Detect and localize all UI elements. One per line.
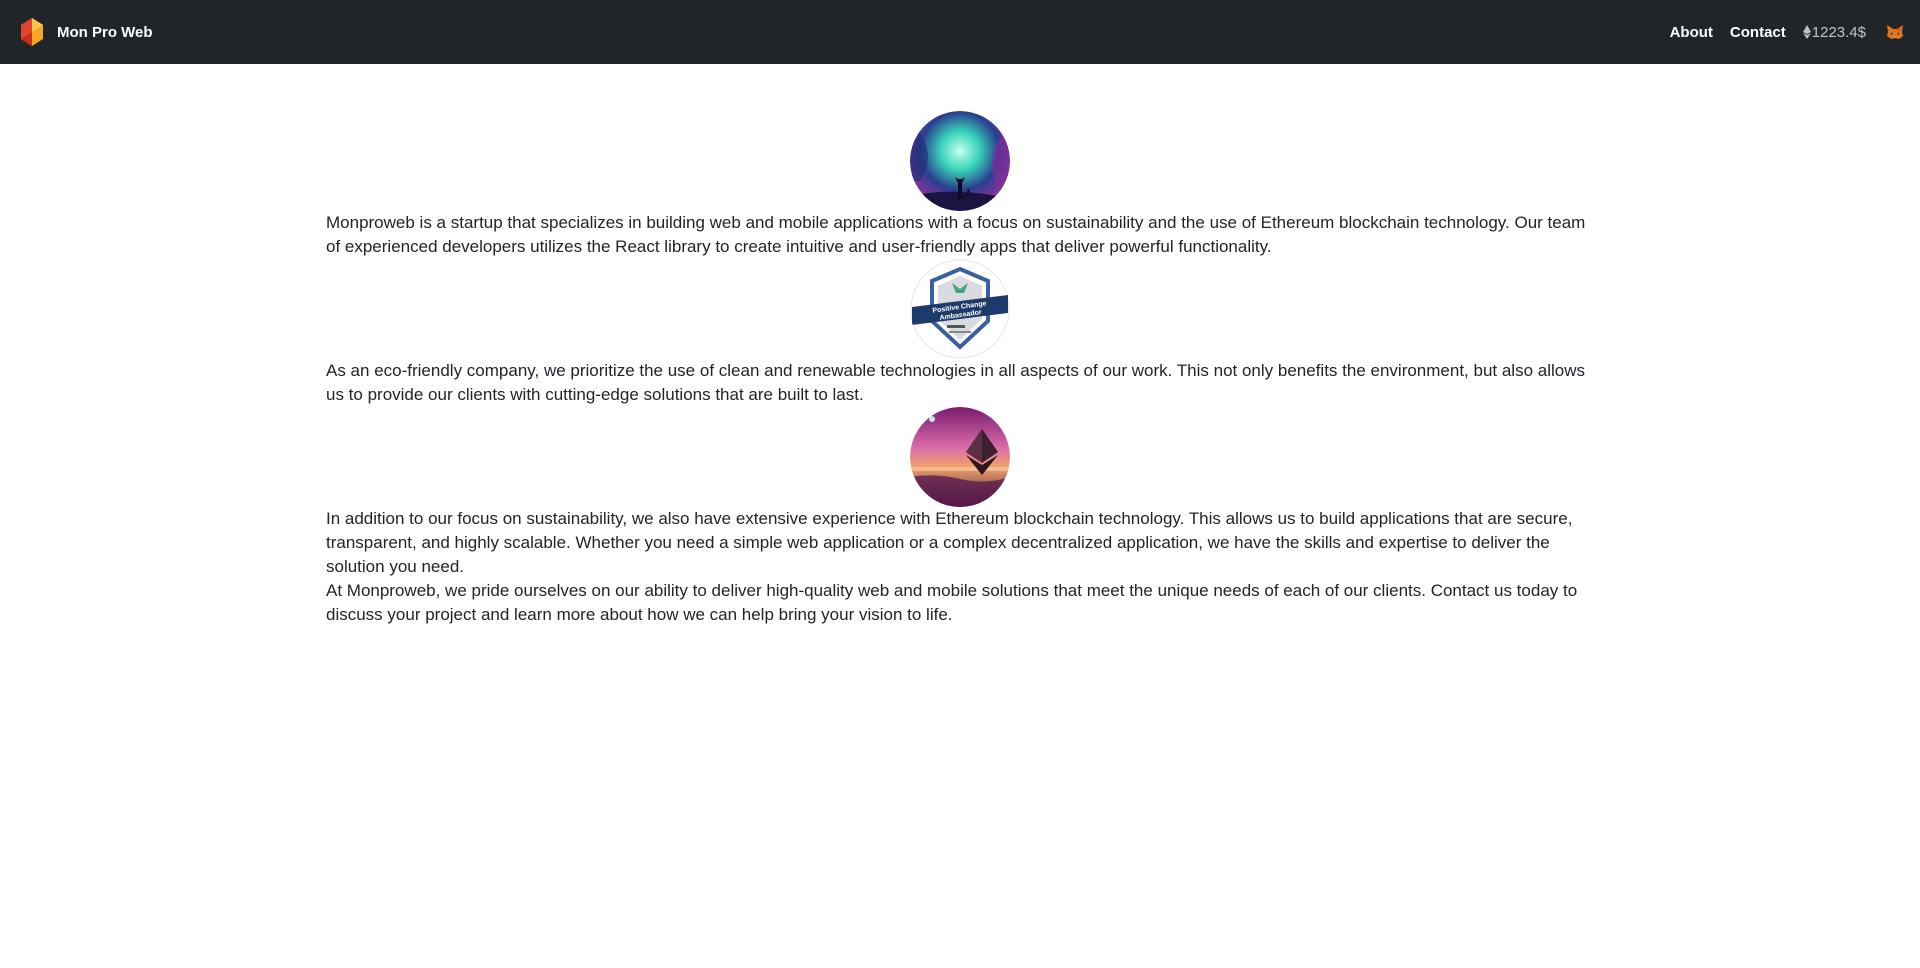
brand-name: Mon Pro Web — [57, 23, 153, 41]
metamask-fox-icon[interactable] — [1886, 23, 1904, 41]
brand-link[interactable]: Mon Pro Web — [16, 16, 153, 48]
main-content: Monproweb is a startup that specializes … — [326, 64, 1594, 627]
paragraph-closing: At Monproweb, we pride ourselves on our … — [326, 581, 1578, 624]
paragraph-eco: As an eco-friendly company, we prioritiz… — [326, 361, 1586, 404]
image-row-1 — [326, 111, 1594, 211]
ethereum-sunset-image — [910, 407, 1010, 507]
nav-links: About Contact 1223.4$ — [1653, 23, 1904, 41]
image-row-2: Positive Change Ambassador — [326, 259, 1594, 359]
ethereum-icon — [1802, 25, 1811, 39]
navbar: Mon Pro Web About Contact 1223.4$ — [0, 0, 1920, 64]
wallet-balance: 1223.4$ — [1802, 23, 1866, 41]
image-row-3 — [326, 407, 1594, 507]
balance-value: 1223.4$ — [1811, 23, 1866, 41]
nav-contact-link[interactable]: Contact — [1730, 24, 1786, 41]
aurora-cat-image — [910, 111, 1010, 211]
positive-change-ambassador-badge: Positive Change Ambassador — [910, 259, 1010, 359]
nav-about-link[interactable]: About — [1670, 24, 1713, 41]
brand-logo-icon — [21, 18, 43, 46]
paragraph-intro: Monproweb is a startup that specializes … — [326, 213, 1586, 256]
paragraph-ethereum: In addition to our focus on sustainabili… — [326, 509, 1573, 576]
